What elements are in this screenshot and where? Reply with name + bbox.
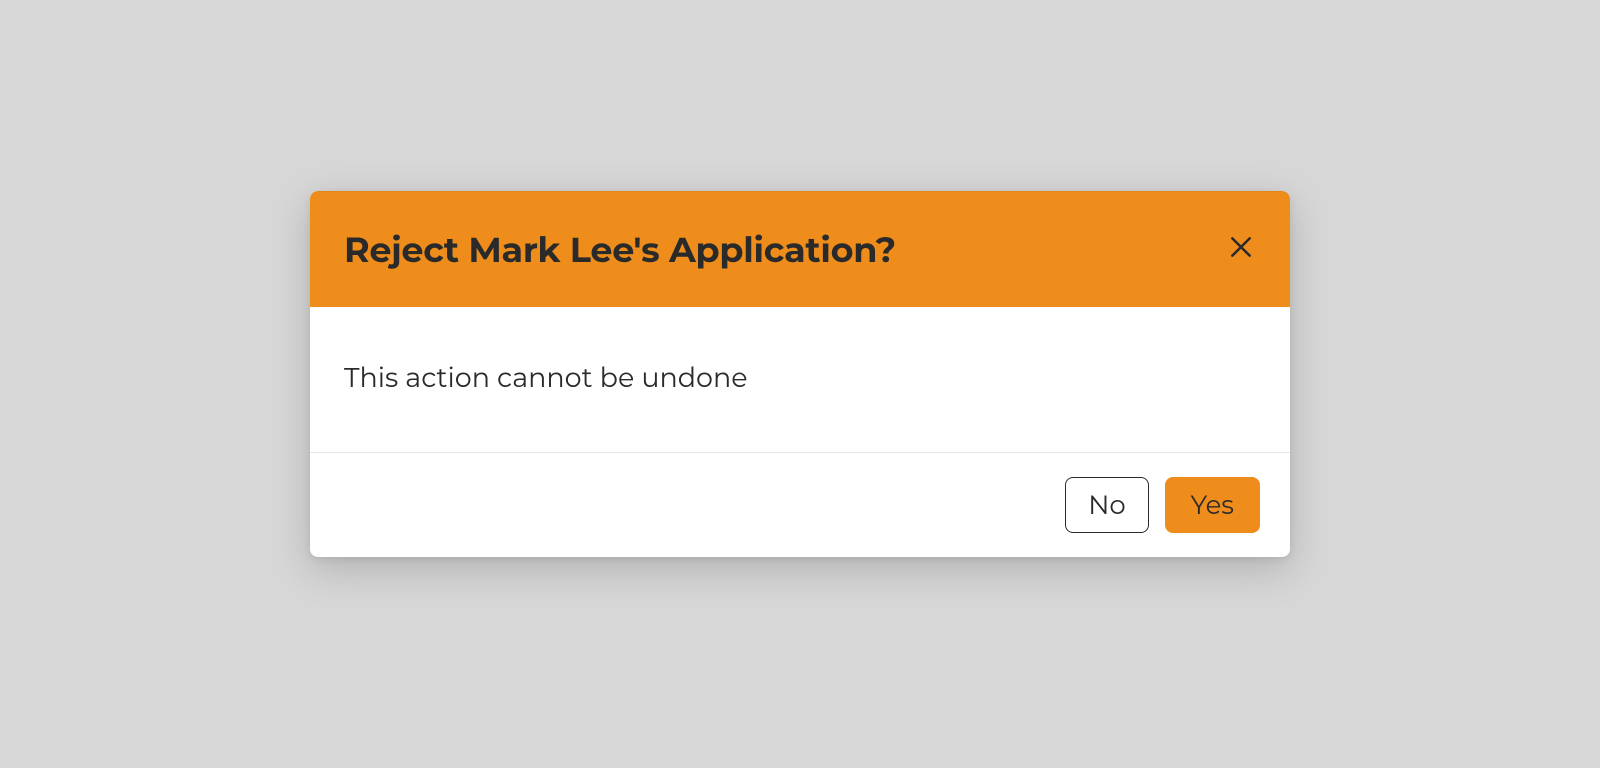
yes-button[interactable]: Yes [1165,477,1260,533]
dialog-header: Reject Mark Lee's Application? [310,191,1290,307]
close-button[interactable] [1226,235,1256,265]
close-icon [1228,234,1254,265]
dialog-body: This action cannot be undone [310,307,1290,453]
dialog-title: Reject Mark Lee's Application? [344,228,896,271]
confirm-dialog: Reject Mark Lee's Application? This acti… [310,191,1290,557]
dialog-body-text: This action cannot be undone [344,361,1256,394]
no-button[interactable]: No [1065,477,1148,533]
dialog-footer: No Yes [310,453,1290,557]
